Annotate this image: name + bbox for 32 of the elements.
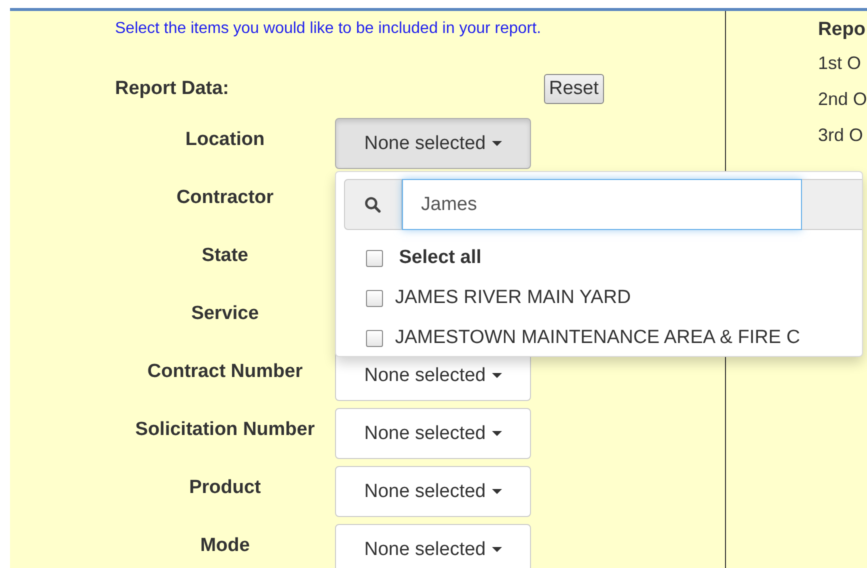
option-label[interactable]: JAMES RIVER MAIN YARD (395, 287, 631, 309)
checkbox[interactable] (366, 250, 383, 266)
caret-icon (492, 373, 502, 378)
checkbox[interactable] (366, 330, 383, 346)
multiselect-dropdown[interactable]: None selected (335, 118, 531, 169)
multiselect-dropdown[interactable]: None selected (335, 466, 531, 517)
caret-icon (492, 489, 502, 494)
filter-label: Contractor (175, 186, 275, 210)
filter-label: Location (184, 128, 266, 152)
filter-label: Product (188, 476, 262, 500)
filter-label: Service (190, 302, 260, 326)
filter-label: Solicitation Number (134, 418, 316, 442)
checkbox[interactable] (366, 290, 383, 306)
report-data-label: Report Data: (115, 78, 230, 100)
report-item: 1st O (818, 52, 862, 75)
filter-label: State (200, 244, 250, 268)
caret-icon (492, 431, 502, 436)
instruction-text: Select the items you would like to be included in your report. (115, 20, 542, 38)
option-label[interactable]: JAMESTOWN MAINTENANCE AREA & FIRE C (395, 327, 800, 349)
report-item: 2nd O (818, 88, 867, 111)
report-item: 3rd O (818, 124, 864, 147)
caret-icon (492, 547, 502, 552)
filter-label: Mode (199, 534, 251, 558)
caret-icon (492, 141, 502, 146)
filter-label: Contract Number (146, 360, 304, 384)
reset-button[interactable]: Reset (544, 74, 604, 104)
multiselect-dropdown[interactable]: None selected (335, 524, 531, 568)
search-icon (344, 179, 402, 230)
report-heading: Repo (818, 19, 866, 41)
search-field[interactable]: James (402, 179, 802, 230)
option-label[interactable]: Select all (399, 247, 482, 269)
multiselect-dropdown[interactable]: None selected (335, 408, 531, 459)
